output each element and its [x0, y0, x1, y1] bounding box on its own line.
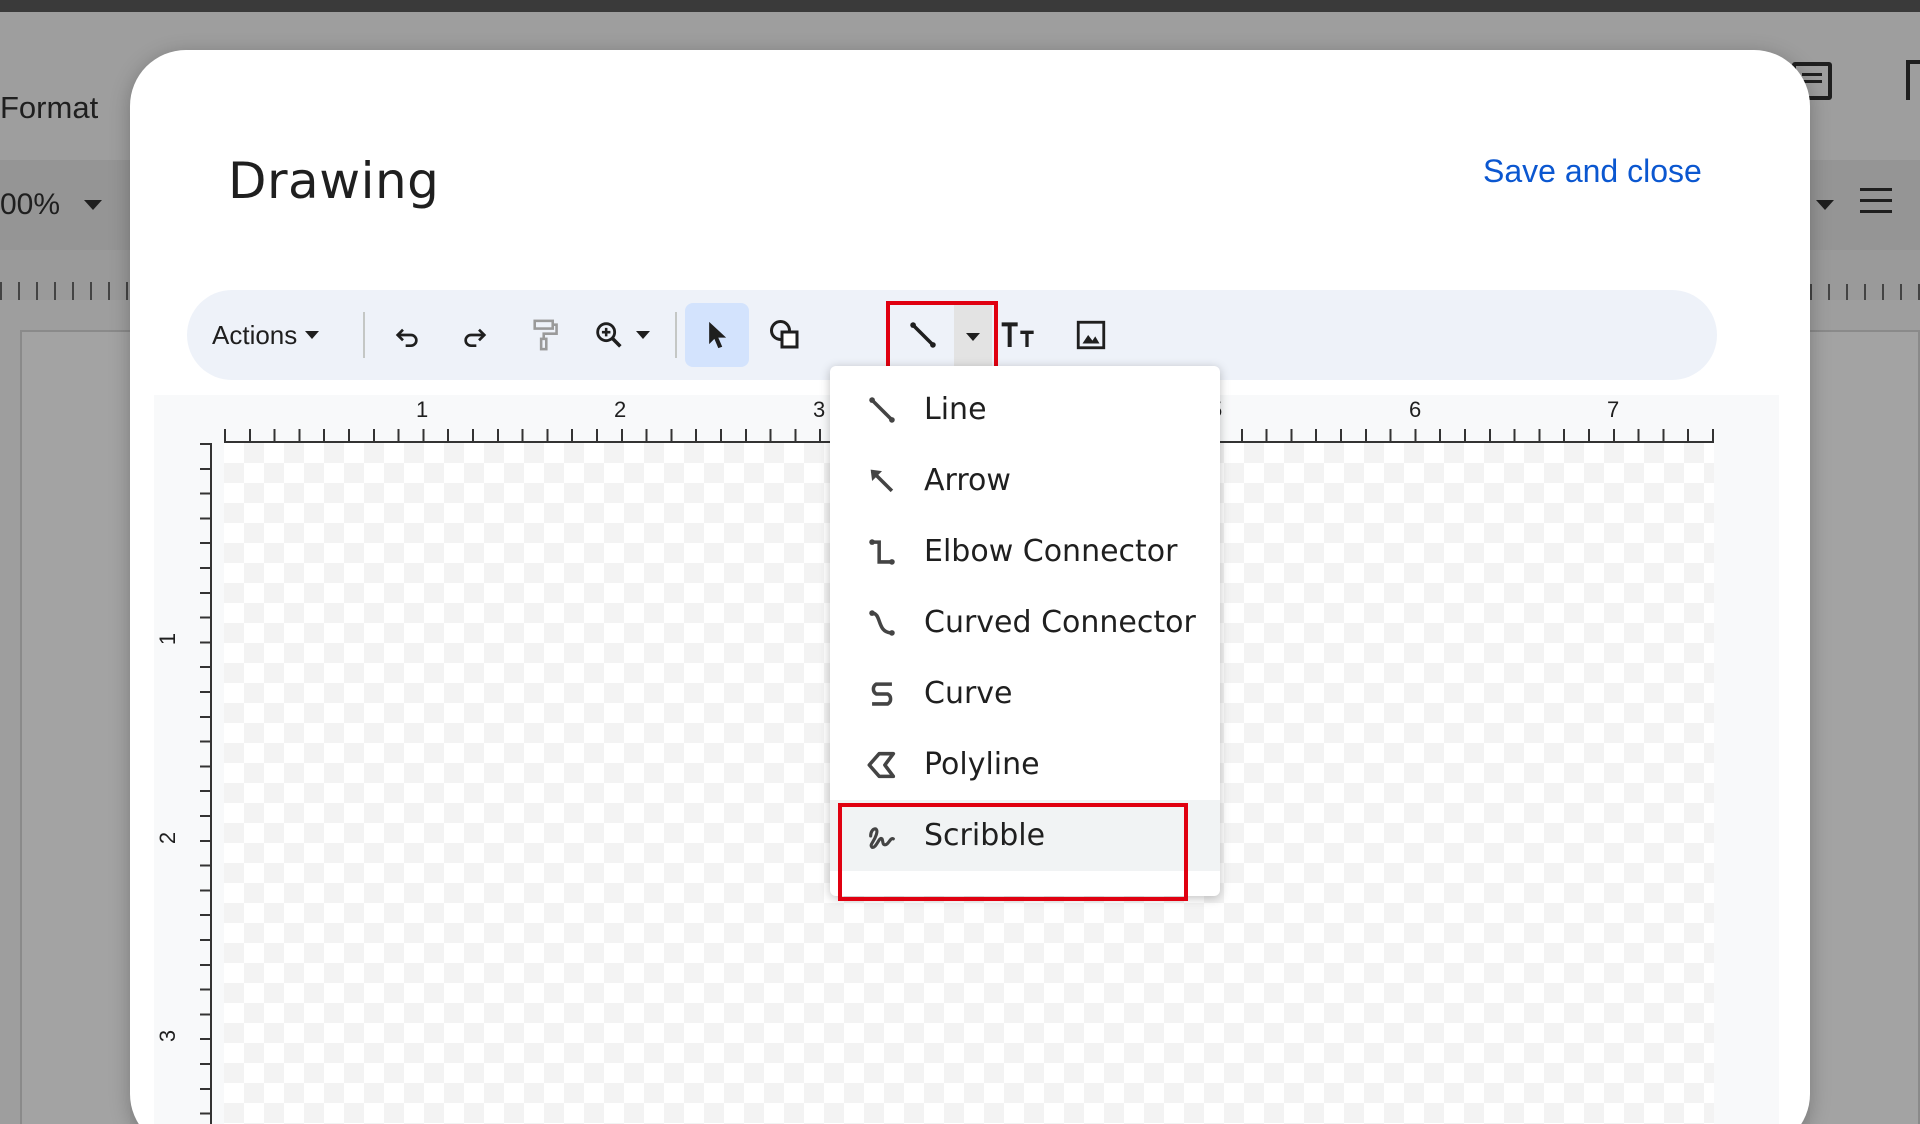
- menu-item-curved-connector[interactable]: Curved Connector: [830, 587, 1220, 658]
- chevron-down-icon: [305, 331, 320, 339]
- dialog-title: Drawing: [228, 152, 440, 210]
- elbow-connector-icon: [862, 532, 902, 572]
- text-box-button[interactable]: [987, 303, 1051, 367]
- menu-item-label: Arrow: [924, 463, 1011, 498]
- doc-zoom-caret-icon: [84, 200, 102, 210]
- ruler-number: 6: [1409, 397, 1422, 422]
- doc-ruler-ticks: [0, 282, 130, 300]
- zoom-icon: [596, 322, 622, 348]
- select-icon: [709, 321, 727, 349]
- home-icon: [1906, 60, 1920, 100]
- ruler-number: 1: [155, 632, 181, 646]
- redo-button[interactable]: [443, 303, 507, 367]
- menu-item-line[interactable]: Line: [830, 374, 1220, 445]
- doc-ruler-ticks-right: [1810, 284, 1920, 300]
- line-tool-highlight: [886, 301, 998, 371]
- numbered-list-icon: [1860, 188, 1892, 218]
- toolbar-divider: [675, 312, 677, 358]
- ruler-baseline: [210, 443, 212, 1124]
- ruler-number: 3: [155, 1029, 181, 1043]
- ruler-number: 3: [813, 397, 826, 422]
- menu-item-arrow[interactable]: Arrow: [830, 445, 1220, 516]
- menu-item-label: Elbow Connector: [924, 534, 1178, 569]
- polyline-icon: [862, 745, 902, 785]
- ruler-number: 2: [155, 831, 181, 845]
- ruler-number: 1: [416, 397, 429, 422]
- shape-button[interactable]: [753, 303, 817, 367]
- scribble-highlight: [838, 803, 1188, 901]
- vertical-ruler: 1 2 3: [154, 443, 212, 1124]
- menu-item-label: Line: [924, 392, 987, 427]
- ruler-ticks: [200, 443, 210, 1124]
- image-icon: [1076, 320, 1106, 350]
- toolbar-divider: [363, 312, 365, 358]
- menu-item-label: Curved Connector: [924, 605, 1196, 640]
- image-button[interactable]: [1059, 303, 1123, 367]
- text-box-icon: [1001, 322, 1034, 347]
- save-and-close-button[interactable]: Save and close: [1483, 153, 1702, 190]
- paint-format-button[interactable]: [513, 303, 577, 367]
- select-button[interactable]: [685, 303, 749, 367]
- redo-icon: [464, 328, 487, 347]
- undo-icon: [395, 328, 418, 347]
- doc-caret-icon: [1816, 200, 1834, 210]
- doc-page-left: [20, 330, 130, 1124]
- actions-menu-button[interactable]: Actions: [212, 290, 320, 380]
- doc-menu-format: Format: [0, 90, 99, 125]
- doc-page-right: [1810, 330, 1920, 1124]
- zoom-button[interactable]: [581, 303, 661, 367]
- menu-item-elbow-connector[interactable]: Elbow Connector: [830, 516, 1220, 587]
- curve-icon: [862, 674, 902, 714]
- line-icon: [862, 390, 902, 430]
- shape-icon: [770, 320, 799, 349]
- chevron-down-icon: [636, 331, 650, 339]
- menu-item-label: Curve: [924, 676, 1013, 711]
- undo-button[interactable]: [375, 303, 439, 367]
- paint-format-icon: [533, 319, 558, 351]
- browser-top-bar: [0, 0, 1920, 12]
- ruler-number: 2: [614, 397, 627, 422]
- menu-item-label: Polyline: [924, 747, 1040, 782]
- menu-item-curve[interactable]: Curve: [830, 658, 1220, 729]
- menu-item-polyline[interactable]: Polyline: [830, 729, 1220, 800]
- arrow-icon: [862, 461, 902, 501]
- actions-label: Actions: [212, 319, 298, 350]
- curved-connector-icon: [862, 603, 902, 643]
- doc-zoom-value: 00%: [0, 188, 61, 221]
- ruler-number: 7: [1607, 397, 1620, 422]
